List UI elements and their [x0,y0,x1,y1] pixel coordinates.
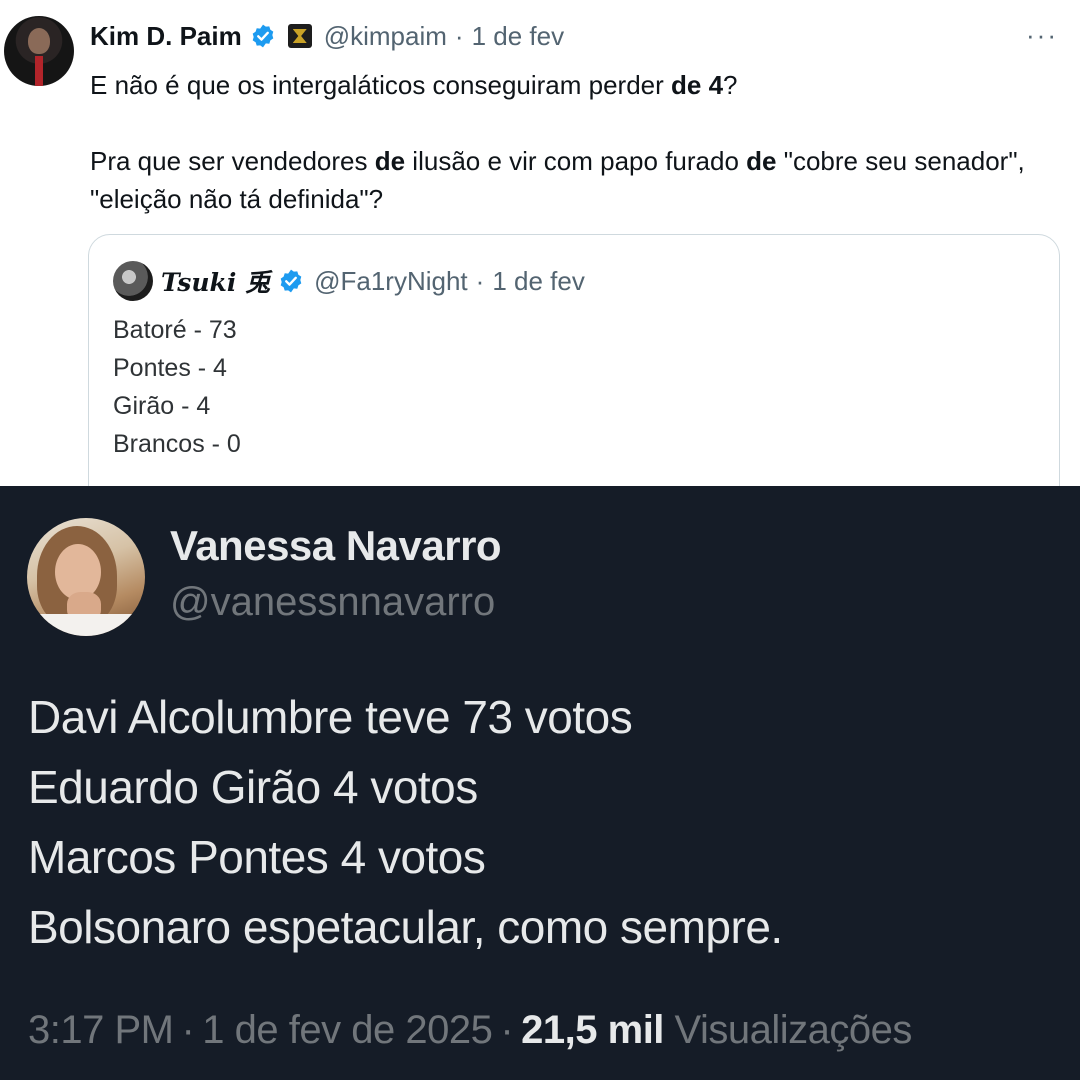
tweet-line-1: E não é que os intergaláticos conseguira… [90,70,738,100]
tweet-line: Eduardo Girão 4 votos [28,761,478,813]
tweet-line: Marcos Pontes 4 votos [28,831,486,883]
tweet-text: E não é que os intergaláticos conseguira… [90,66,1050,218]
author-avatar[interactable] [4,16,74,86]
tweet-line: Bolsonaro espetacular, como sempre. [28,901,783,953]
meta-separator: · [181,1008,195,1052]
quoted-author-handle: @Fa1ryNight [314,265,468,296]
tweet-date[interactable]: 1 de fev [472,21,565,52]
quoted-author-name: Tsuki 兎 [161,268,271,297]
quoted-author-avatar [113,261,153,301]
more-options-icon[interactable]: ··· [1026,22,1058,48]
tweet-time[interactable]: 3:17 PM [28,1008,174,1052]
author-handle[interactable]: @kimpaim [324,21,447,52]
quoted-line: Batoré - 73 [113,316,237,344]
meta-separator: · [500,1008,514,1052]
tweet-date[interactable]: 1 de fev de 2025 [202,1008,493,1052]
quoted-tweet[interactable]: Tsuki 兎 @Fa1ryNight · 1 de fev Batoré - … [88,234,1060,486]
tweet-metadata: 3:17 PM · 1 de fev de 2025 · 21,5 mil Visual… [28,1008,912,1053]
quoted-tweet-header: Tsuki 兎 @Fa1ryNight · 1 de fev [113,261,585,301]
author-name[interactable]: Vanessa Navarro [170,522,502,570]
verified-badge-icon [280,269,302,293]
tweet-header: Kim D. Paim @kimpaim · 1 de fev [90,18,564,54]
author-handle[interactable]: @vanessnnavarro [170,580,495,625]
bottom-tweet: Vanessa Navarro @vanessnnavarro Davi Alc… [0,486,1080,1080]
author-avatar[interactable] [27,518,145,636]
quoted-tweet-text: Batoré - 73 Pontes - 4 Girão - 4 Brancos… [113,311,241,463]
tweet-paragraph-2: Pra que ser vendedores de ilusão e vir c… [90,146,1025,214]
views-count: 21,5 mil [521,1008,664,1052]
affiliate-badge-icon [287,24,312,48]
tweet-text: Davi Alcolumbre teve 73 votos Eduardo Gi… [28,682,783,962]
top-tweet: Kim D. Paim @kimpaim · 1 de fev ··· E nã… [0,0,1080,486]
tweet-line: Davi Alcolumbre teve 73 votos [28,691,633,743]
quoted-header-separator: · [475,265,485,296]
header-separator: · [454,20,464,51]
quoted-tweet-date: 1 de fev [492,265,585,296]
quoted-line: Brancos - 0 [113,430,241,458]
quoted-line: Pontes - 4 [113,354,227,382]
views-label: Visualizações [674,1008,913,1052]
author-name[interactable]: Kim D. Paim [90,21,242,52]
verified-badge-icon [252,24,274,48]
quoted-line: Girão - 4 [113,392,211,420]
